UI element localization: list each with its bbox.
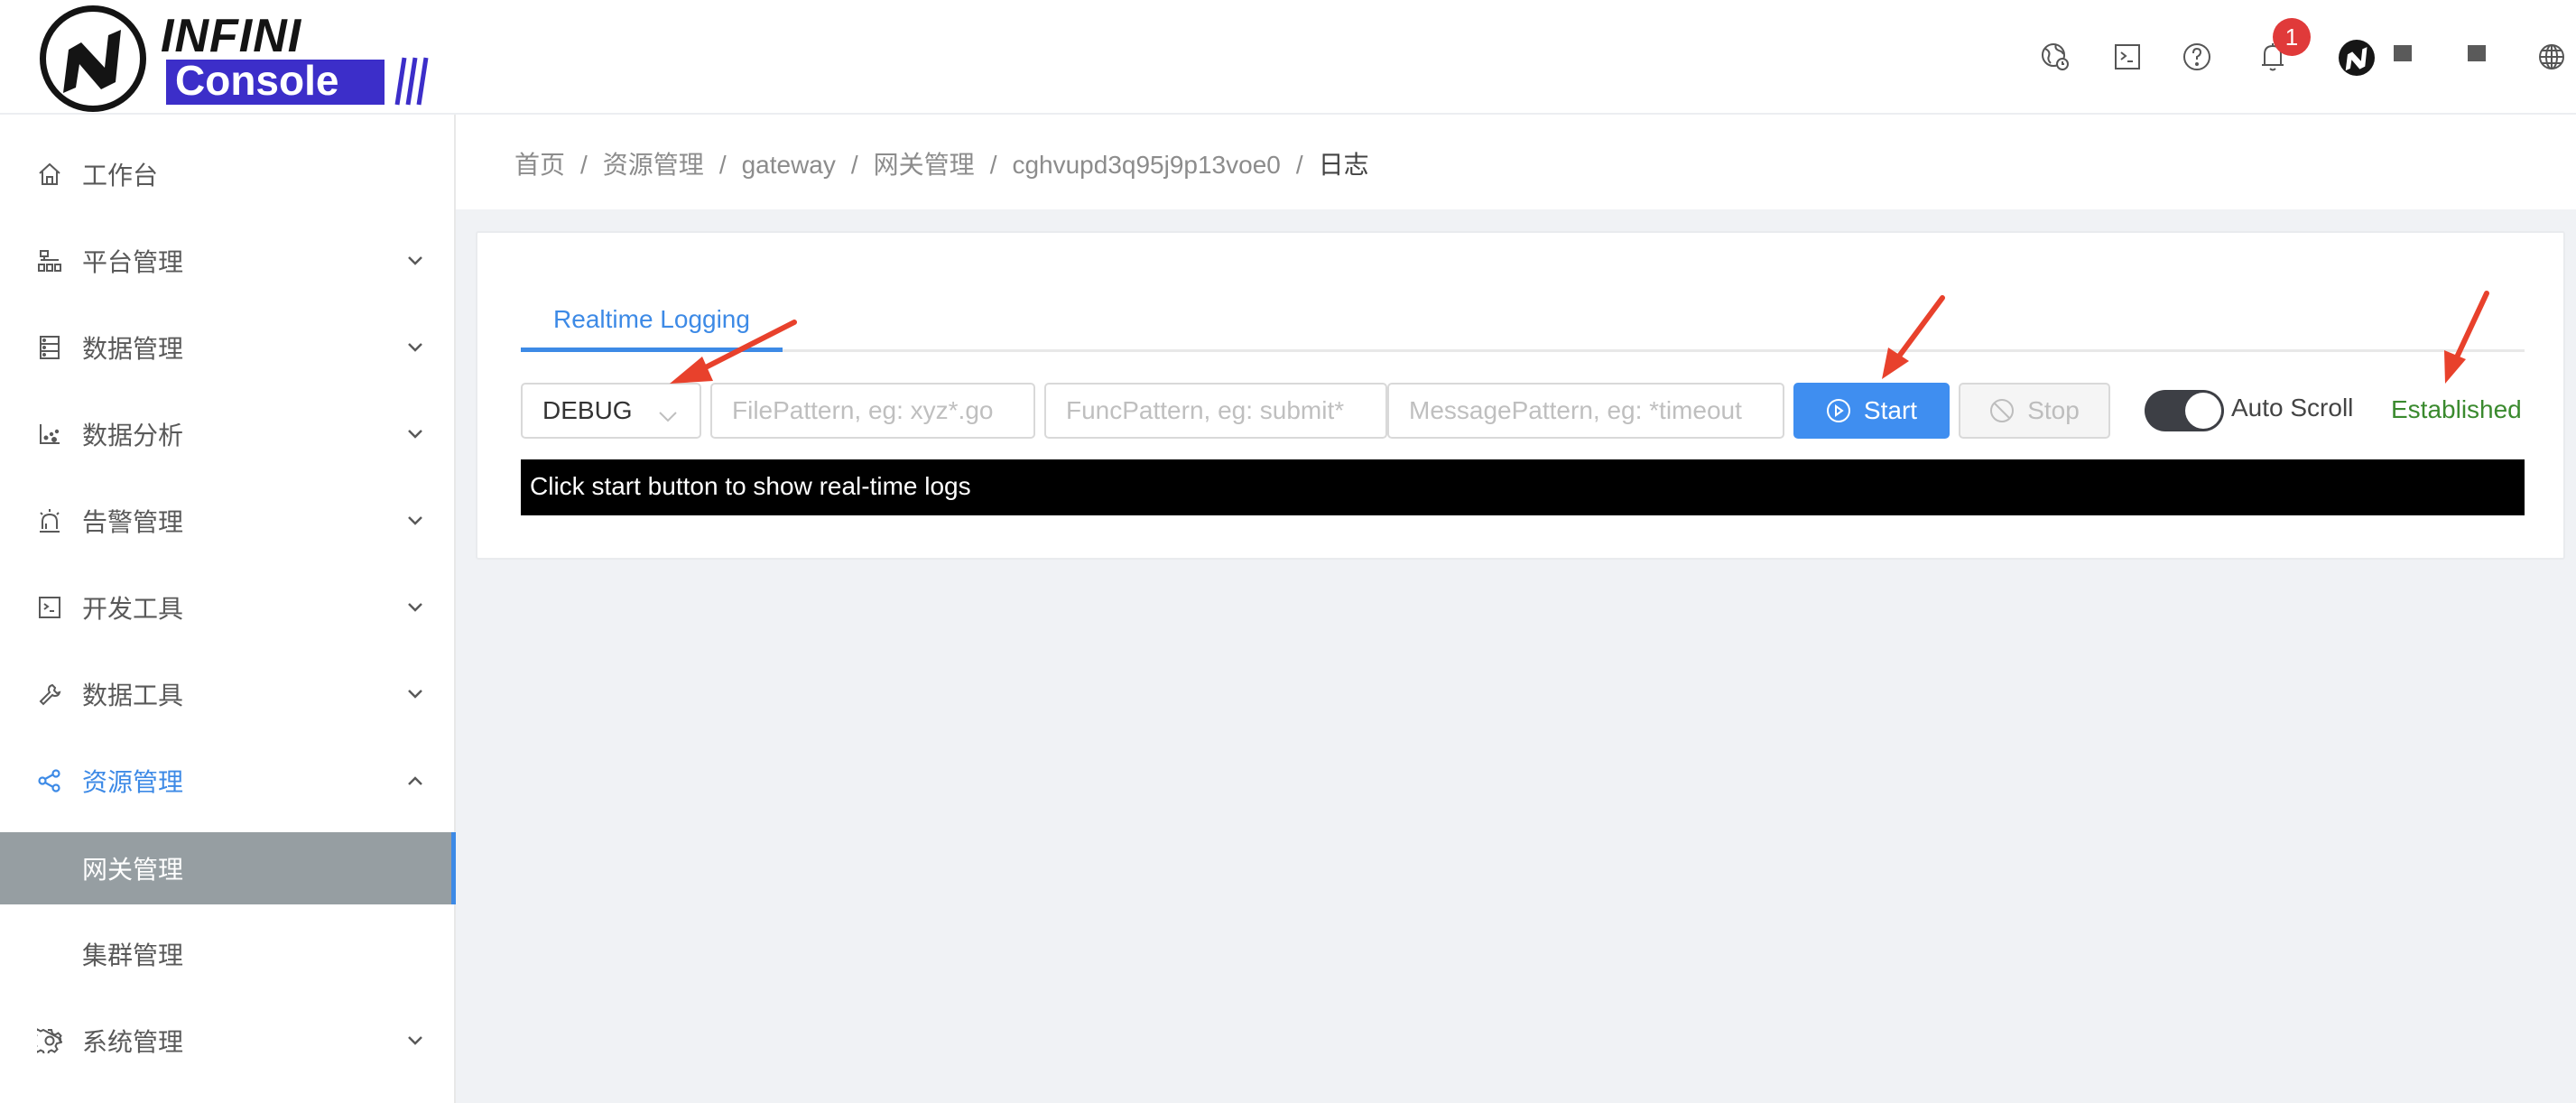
sidebar-item-label: 集群管理: [82, 941, 184, 969]
play-circle-icon: [1826, 399, 1850, 422]
wrench-icon: [36, 681, 63, 708]
logo-text-console: Console: [175, 57, 339, 104]
scatter-chart-icon: [36, 421, 63, 448]
share-icon: [36, 767, 63, 794]
breadcrumb: 首页 / 资源管理 / gateway / 网关管理 / cghvupd3q95j9p13voe…: [514, 145, 1369, 181]
chevron-down-icon: [404, 597, 426, 618]
stop-button[interactable]: Stop: [1959, 383, 2110, 439]
sidebar-item-system-management[interactable]: 系统管理: [0, 1005, 454, 1077]
auto-scroll-label: Auto Scroll: [2231, 394, 2354, 422]
chevron-down-icon: [404, 683, 426, 705]
sidebar-item-gateway-management[interactable]: 网关管理: [0, 832, 456, 904]
breadcrumb-separator: /: [1295, 151, 1303, 179]
start-button-label: Start: [1863, 396, 1918, 424]
toggle-knob: [2185, 393, 2221, 429]
sidebar-item-label: 工作台: [82, 162, 159, 190]
start-button[interactable]: Start: [1793, 383, 1950, 439]
sidebar-item-label: 数据分析: [82, 422, 184, 450]
terminal-icon[interactable]: [2110, 40, 2145, 74]
database-icon: [36, 334, 63, 361]
breadcrumb-separator: /: [989, 151, 997, 179]
code-terminal-icon: [36, 594, 63, 621]
chevron-down-icon: [404, 423, 426, 445]
top-header: INFINI Console 1: [0, 0, 2576, 115]
breadcrumb-separator: /: [580, 151, 588, 179]
sidebar-item-label: 系统管理: [82, 1028, 184, 1056]
username-obscured[interactable]: [2394, 42, 2495, 69]
breadcrumb-separator: /: [850, 151, 858, 179]
chevron-down-icon: [404, 510, 426, 532]
log-level-select[interactable]: DEBUG: [521, 383, 701, 439]
sidebar-menu: 工作台 平台管理 数据管理 数据分析 告警管理 开发工具 数据工具 资源管理 网…: [0, 115, 456, 1103]
sidebar-item-label: 数据工具: [82, 681, 184, 709]
sidebar-item-platform[interactable]: 平台管理: [0, 225, 454, 297]
breadcrumb-home[interactable]: 首页: [514, 151, 565, 179]
stop-button-label: Stop: [2027, 396, 2080, 424]
logo-slashes-icon: [394, 57, 429, 106]
message-pattern-field[interactable]: [1387, 383, 1784, 439]
file-pattern-field[interactable]: [710, 383, 1035, 439]
chevron-down-icon: [658, 401, 678, 430]
breadcrumb-current-logs: 日志: [1318, 151, 1369, 179]
stop-circle-icon: [1990, 399, 2015, 422]
breadcrumb-gateway-management[interactable]: 网关管理: [874, 151, 975, 179]
timezone-globe-icon[interactable]: [2038, 40, 2072, 74]
sidebar-item-data-tools[interactable]: 数据工具: [0, 658, 454, 730]
sidebar-item-resource-management[interactable]: 资源管理: [0, 745, 454, 817]
chevron-up-icon: [404, 770, 426, 792]
func-pattern-input[interactable]: [1046, 385, 1385, 437]
sidebar-item-cluster-management[interactable]: 集群管理: [0, 918, 454, 990]
chevron-down-icon: [404, 1030, 426, 1052]
breadcrumb-gateway[interactable]: gateway: [742, 151, 836, 179]
tab-realtime-logging[interactable]: Realtime Logging: [521, 296, 783, 352]
log-level-value: DEBUG: [542, 396, 633, 424]
auto-scroll-toggle[interactable]: [2145, 390, 2224, 431]
settings-icon: [36, 1027, 63, 1054]
language-globe-icon[interactable]: [2534, 40, 2569, 74]
sidebar-item-label: 告警管理: [82, 508, 184, 536]
sidebar-item-label: 开发工具: [82, 595, 184, 623]
logging-card: Realtime Logging DEBUG Start Stop Auto S…: [476, 231, 2565, 560]
alarm-icon: [36, 507, 63, 534]
sidebar-item-label: 数据管理: [82, 335, 184, 363]
func-pattern-field[interactable]: [1044, 383, 1387, 439]
chevron-down-icon: [404, 250, 426, 272]
message-pattern-input[interactable]: [1389, 385, 1783, 437]
home-icon: [36, 161, 63, 188]
breadcrumb-bar: 首页 / 资源管理 / gateway / 网关管理 / cghvupd3q95j9p13voe…: [456, 115, 2576, 209]
user-avatar[interactable]: [2339, 40, 2375, 76]
help-icon[interactable]: [2180, 40, 2214, 74]
app-logo[interactable]: INFINI Console: [40, 4, 429, 112]
logo-mark-icon: [40, 5, 146, 112]
tab-bar: Realtime Logging: [521, 296, 2525, 352]
connection-status: Established: [2391, 395, 2522, 423]
notification-count-badge: 1: [2273, 18, 2311, 56]
sidebar-item-dev-tools[interactable]: 开发工具: [0, 571, 454, 644]
logo-text-infini: INFINI: [161, 10, 302, 62]
breadcrumb-separator: /: [718, 151, 727, 179]
sidebar-item-label: 网关管理: [82, 856, 184, 884]
sidebar-item-label: 资源管理: [82, 768, 184, 796]
sidebar-item-alerting[interactable]: 告警管理: [0, 485, 454, 557]
breadcrumb-instance-id[interactable]: cghvupd3q95j9p13voe0: [1012, 151, 1280, 179]
cluster-icon: [36, 247, 63, 274]
chevron-down-icon: [404, 337, 426, 358]
log-output: Click start button to show real-time log…: [521, 459, 2525, 515]
file-pattern-input[interactable]: [712, 385, 1033, 437]
sidebar-item-label: 平台管理: [82, 248, 184, 276]
sidebar-item-workbench[interactable]: 工作台: [0, 138, 454, 210]
sidebar-item-data-analysis[interactable]: 数据分析: [0, 398, 454, 470]
sidebar-item-data-management[interactable]: 数据管理: [0, 311, 454, 384]
breadcrumb-resource-management[interactable]: 资源管理: [603, 151, 704, 179]
